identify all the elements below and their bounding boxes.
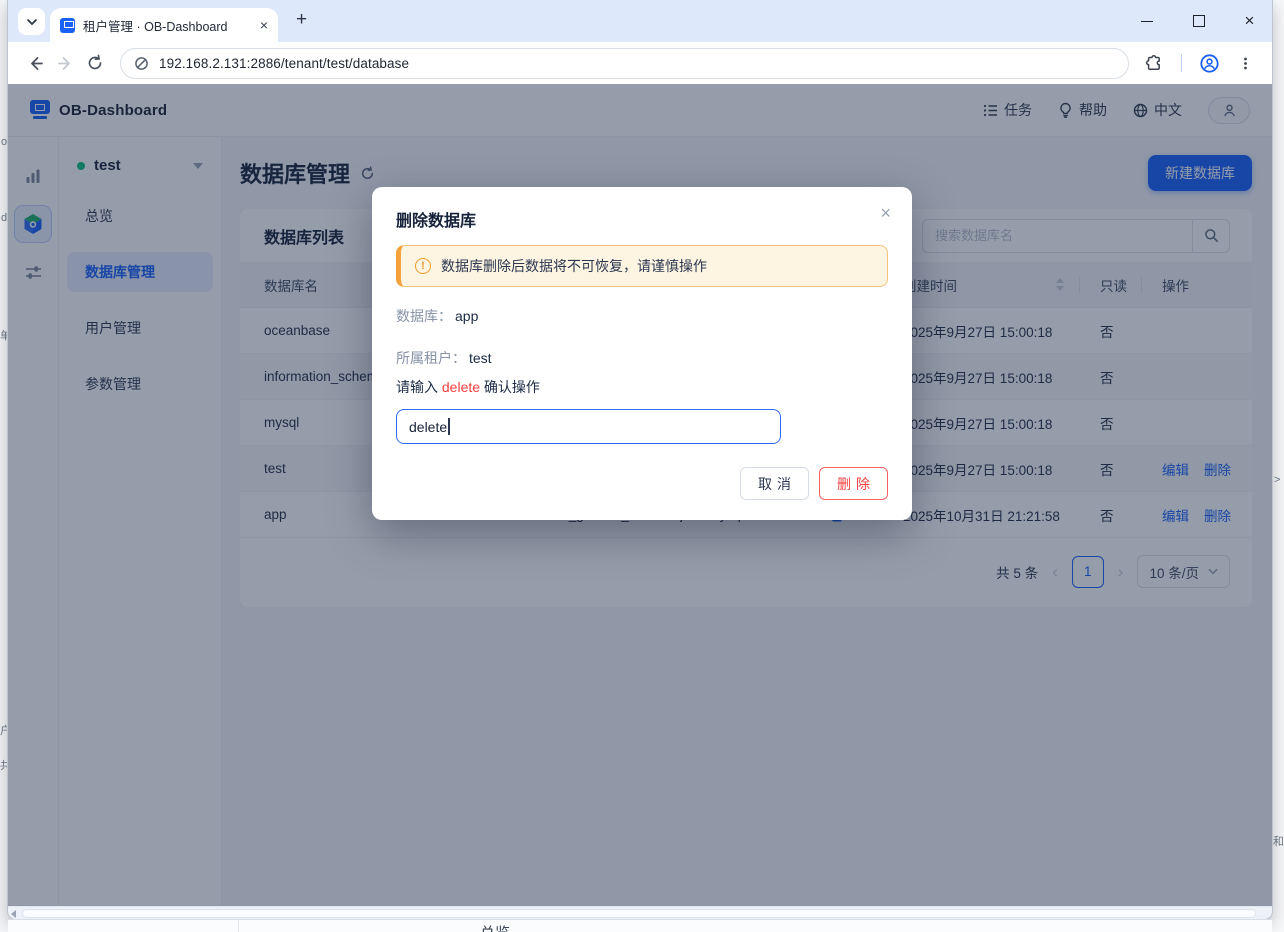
window-controls: × [1141,6,1256,34]
cancel-button[interactable]: 取消 [740,467,809,500]
toolbar-right [1139,48,1260,78]
tab-close-button[interactable]: × [260,18,268,32]
browser-toolbar: 192.168.2.131:2886/tenant/test/database [8,42,1272,84]
back-button[interactable] [20,48,50,78]
confirm-delete-button[interactable]: 删除 [819,467,888,500]
tab-title: 租户管理 · OB-Dashboard [83,19,228,34]
site-favicon [60,17,75,33]
page-viewport: OB-Dashboard 任务 帮助 中文 test 总览 数据库管理 用户管理… [8,84,1272,906]
delete-database-modal: 删除数据库 × ! 数据库删除后数据将不可恢复，请谨慎操作 数据库： app 所属… [372,187,912,520]
reload-button[interactable] [80,48,110,78]
window-close-button[interactable]: × [1243,12,1256,29]
horizontal-scrollbar[interactable] [8,906,1272,919]
warning-icon: ! [415,258,431,274]
confirm-instruction: 请输入 delete 确认操作 [396,379,540,395]
tenant-field: 所属租户： test [396,350,492,366]
warning-alert: ! 数据库删除后数据将不可恢复，请谨慎操作 [396,245,888,287]
database-field: 数据库： app [396,308,479,324]
browser-window: 租户管理 · OB-Dashboard × + × 192.168.2.131:… [8,0,1272,919]
window-minimize-button[interactable] [1141,14,1154,27]
browser-tab-strip: 租户管理 · OB-Dashboard × + × [8,0,1272,42]
new-tab-button[interactable]: + [296,9,307,31]
modal-close-icon[interactable]: × [880,204,891,222]
profile-icon[interactable] [1194,48,1224,78]
toolbar-divider [1181,54,1182,72]
background-window-right-sliver: > 和 [1272,0,1284,932]
modal-title: 删除数据库 [396,213,477,230]
scroll-left-arrow-icon[interactable] [11,910,16,918]
scrollbar-thumb[interactable] [22,908,1256,918]
background-window-bottom-sliver: 总览 [8,919,1272,932]
browser-tab[interactable]: 租户管理 · OB-Dashboard × [50,8,278,42]
modal-footer: 取消 删除 [396,467,888,500]
background-window-left-sliver: o d 单 户 共 [0,0,8,932]
site-info-icon[interactable] [134,56,149,71]
divider [238,920,239,932]
url-bar[interactable]: 192.168.2.131:2886/tenant/test/database [120,47,1129,79]
browser-menu-icon[interactable] [1230,48,1260,78]
chevron-down-icon [26,18,37,25]
tab-search-button[interactable] [18,8,45,35]
text-cursor [448,418,450,435]
warning-text: 数据库删除后数据将不可恢复，请谨慎操作 [441,258,707,274]
extensions-icon[interactable] [1139,48,1169,78]
confirm-input[interactable]: delete [396,409,781,444]
window-maximize-button[interactable] [1192,14,1205,27]
url-text: 192.168.2.131:2886/tenant/test/database [159,55,410,71]
forward-button[interactable] [50,48,80,78]
